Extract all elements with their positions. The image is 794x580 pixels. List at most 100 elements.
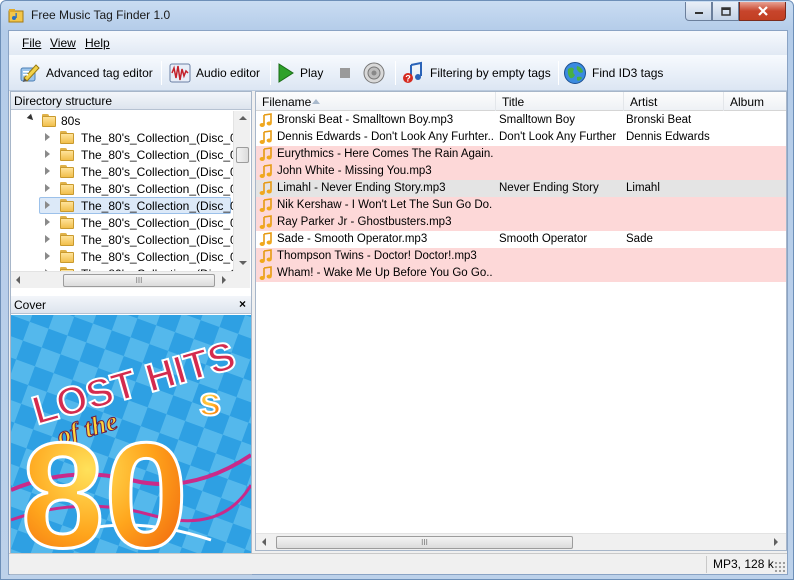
toolbar-separator [558,61,559,85]
scroll-left-icon[interactable] [16,276,20,284]
folder-icon [60,233,74,246]
column-artist[interactable]: Artist [624,92,724,111]
music-note-icon [259,181,272,195]
filter-music-icon: ? [403,61,422,84]
cell-title: Don't Look Any Further [499,131,617,143]
grid-hscroll-grip: III [421,538,428,547]
tree-item[interactable]: The_80's_Collection_(Disc_07) [11,214,235,231]
music-note-icon [259,249,272,263]
tree-item[interactable]: The_80's_Collection_(Disc_02) [11,129,235,146]
scroll-down-icon[interactable] [239,261,247,265]
cell-artist: Limahl [626,182,660,194]
folder-icon [60,148,74,161]
collapsed-arrow-icon[interactable] [45,150,50,158]
status-format: MP3, 128 k [713,557,774,571]
table-row[interactable]: Thompson Twins - Doctor! Doctor!.mp3 [256,248,786,265]
menu-help-label: Help [85,36,110,50]
scroll-right-icon[interactable] [222,276,226,284]
maximize-button[interactable] [712,2,739,21]
collapsed-arrow-icon[interactable] [45,184,50,192]
tree-item[interactable]: The_80's_Collection_(Disc_04) [11,163,235,180]
grid-horizontal-scrollbar[interactable]: III [256,533,786,550]
folder-icon [60,165,74,178]
tree-item[interactable]: The_80's_Collection_(Disc_08) [11,231,235,248]
table-row[interactable]: Dennis Edwards - Don't Look Any Furhter.… [256,129,786,146]
folder-icon [60,250,74,263]
collapsed-arrow-icon[interactable] [45,252,50,260]
tree-item-label: The_80's_Collection_(Disc_04) [81,165,235,179]
folder-icon [60,216,74,229]
collapsed-arrow-icon[interactable] [45,133,50,141]
hscroll-grip: III [135,276,143,285]
tree-vscroll-thumb[interactable] [236,147,249,163]
toolbar: Advanced tag editor Audio editor Play ? … [9,55,787,91]
table-row[interactable]: Eurythmics - Here Comes The Rain Again..… [256,146,786,163]
cell-filename: Eurythmics - Here Comes The Rain Again..… [277,148,493,160]
audio-editor-button[interactable]: Audio editor [169,59,260,87]
close-window-button[interactable] [739,2,786,21]
column-filename[interactable]: Filename [256,92,496,111]
table-row[interactable]: Sade - Smooth Operator.mp3 Smooth Operato… [256,231,786,248]
column-title-label: Title [502,95,525,109]
volume-button[interactable] [362,59,386,87]
table-row[interactable]: Wham! - Wake Me Up Before You Go Go.... [256,265,786,282]
collapsed-arrow-icon[interactable] [45,218,50,226]
tree-root[interactable]: 80s [11,112,235,129]
grid-header: Filename Title Artist Album [256,92,786,111]
find-id3-tags-button[interactable]: Find ID3 tags [563,59,663,87]
play-button[interactable]: Play [277,59,323,87]
file-grid: Filename Title Artist Album Bronski Beat… [255,91,787,551]
tree-item[interactable]: The_80's_Collection_(Disc_03) [11,146,235,163]
cell-title: Smalltown Boy [499,114,576,126]
advanced-tag-editor-label: Advanced tag editor [46,66,153,80]
column-album[interactable]: Album [724,92,786,111]
cell-filename: Limahl - Never Ending Story.mp3 [277,182,446,194]
filtering-empty-tags-button[interactable]: ? Filtering by empty tags [401,59,551,87]
table-row[interactable]: John White - Missing You.mp3 [256,163,786,180]
menu-file-label: File [22,36,42,50]
cover-s-letter: s [199,380,221,424]
scroll-right-icon[interactable] [774,538,778,546]
tree-item-label: The_80's_Collection_(Disc_03) [81,148,235,162]
menu-file[interactable]: File [22,36,41,50]
collapsed-arrow-icon[interactable] [45,201,50,209]
minimize-button[interactable] [685,2,712,21]
column-title[interactable]: Title [496,92,624,111]
menu-help[interactable]: Help [85,36,110,50]
scroll-up-icon[interactable] [239,116,247,120]
scroll-left-icon[interactable] [262,538,266,546]
table-row[interactable]: Nik Kershaw - I Won't Let The Sun Go Do.… [256,197,786,214]
tree-item[interactable]: The_80's_Collection_(Disc_09) [11,248,235,265]
app-window: Free Music Tag Finder 1.0 File View Help [0,0,794,580]
tree-vertical-scrollbar[interactable] [233,111,250,271]
expand-arrow-icon[interactable] [26,113,36,123]
table-row[interactable]: Bronski Beat - Smalltown Boy.mp3 Smalltow… [256,112,786,129]
tree-item[interactable]: The_80's_Collection_(Disc_05) [11,180,235,197]
directory-header-label: Directory structure [14,94,113,108]
title-bar[interactable]: Free Music Tag Finder 1.0 [1,1,793,29]
music-note-icon [259,164,272,178]
find-id3-label: Find ID3 tags [592,66,664,80]
tree-hscroll-thumb[interactable]: III [63,274,215,287]
advanced-tag-editor-button[interactable]: Advanced tag editor [19,59,153,87]
music-note-icon [259,266,272,280]
tree-item-label: The_80's_Collection_(Disc_02) [81,131,235,145]
collapsed-arrow-icon[interactable] [45,235,50,243]
waveform-icon [169,63,191,83]
table-row[interactable]: Ray Parker Jr - Ghostbusters.mp3 [256,214,786,231]
grid-hscroll-thumb[interactable]: III [276,536,573,549]
tree-horizontal-scrollbar[interactable]: III [11,271,233,288]
resize-grip[interactable] [774,561,785,572]
stop-button[interactable] [339,59,351,87]
status-divider [706,556,707,573]
folder-icon [42,114,56,127]
tree-item[interactable]: The_80's_Collection_(Disc_06) [11,197,235,214]
table-row[interactable]: Limahl - Never Ending Story.mp3 Never End… [256,180,786,197]
album-cover-image: LOST HITS of the 80 s [11,315,251,553]
cover-close-icon[interactable]: × [239,297,246,311]
tree-root-label: 80s [61,114,81,128]
collapsed-arrow-icon[interactable] [45,167,50,175]
cell-artist: Dennis Edwards [626,131,710,143]
menu-view[interactable]: View [50,36,76,50]
folder-icon [60,199,74,212]
